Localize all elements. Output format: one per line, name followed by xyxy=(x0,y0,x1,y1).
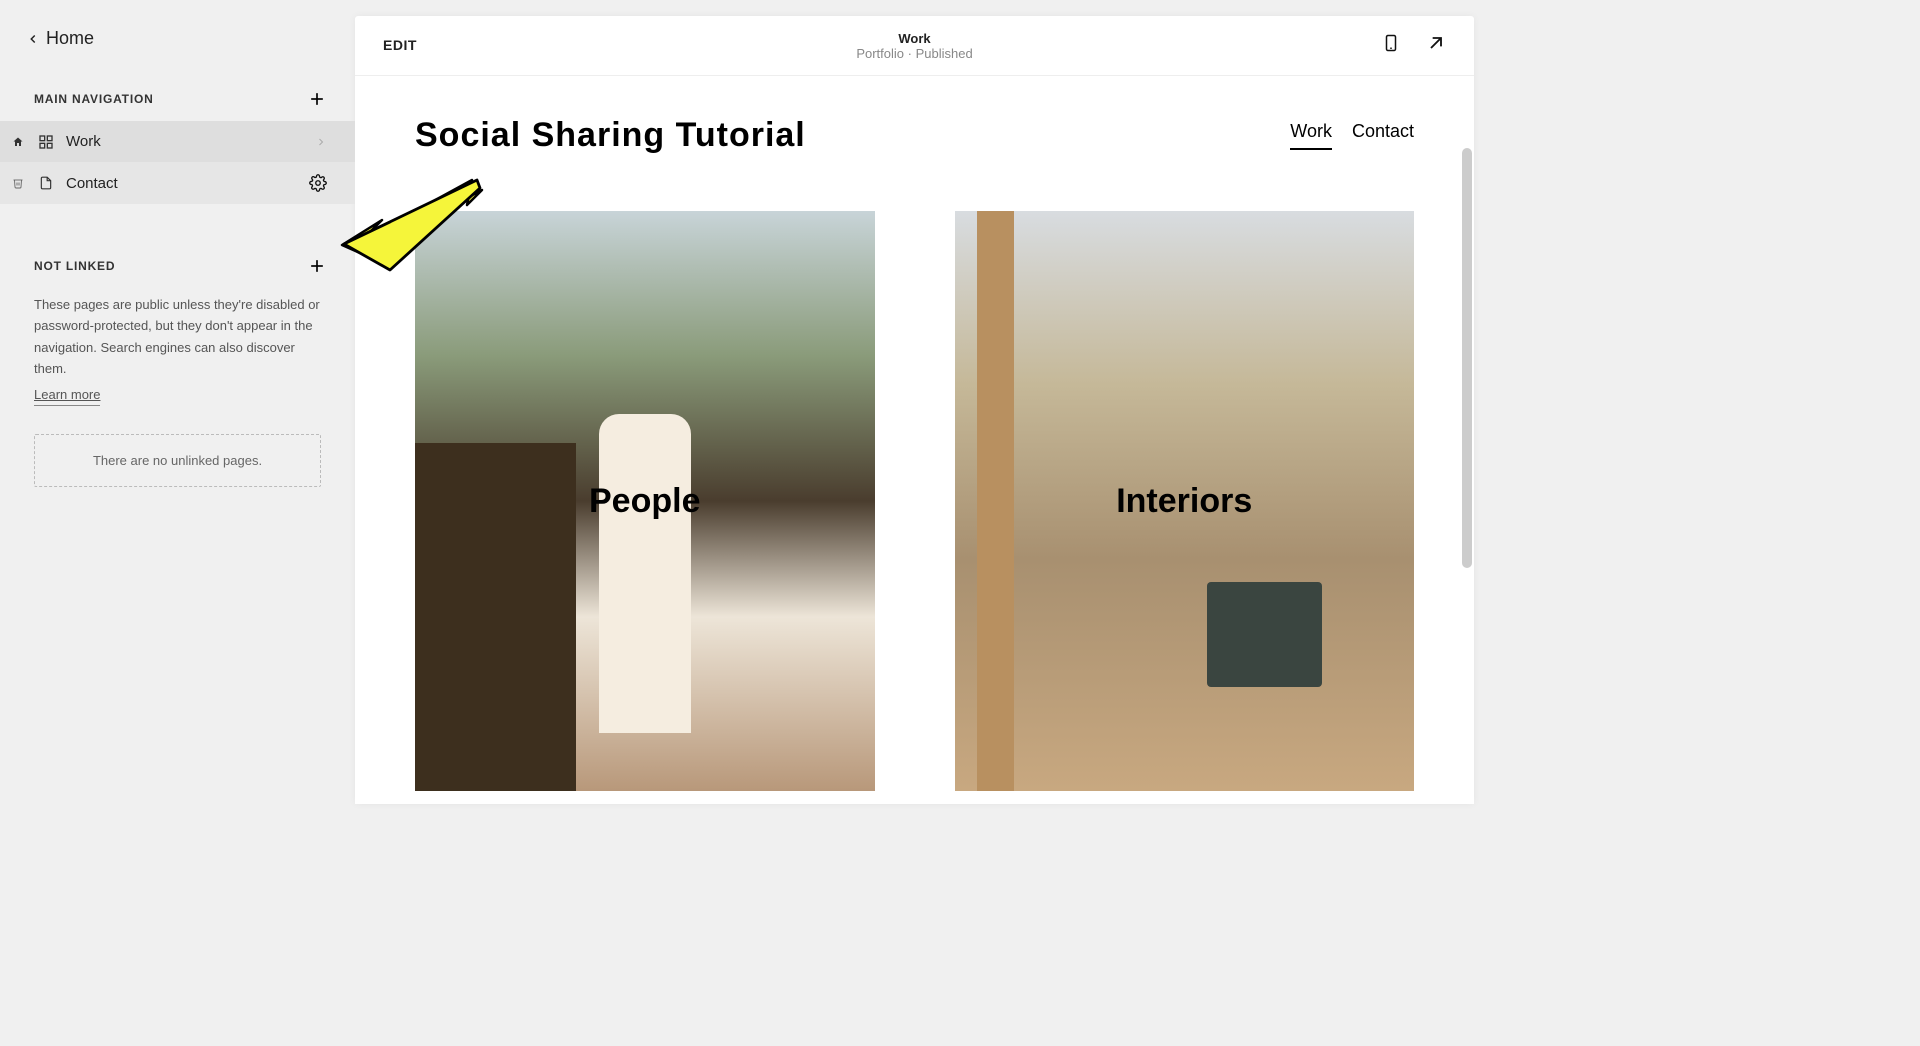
grid-icon xyxy=(36,134,56,150)
delete-icon[interactable] xyxy=(10,177,26,189)
page-item-contact[interactable]: Contact xyxy=(0,162,355,204)
page-name: Work xyxy=(649,31,1181,46)
plus-icon xyxy=(307,89,327,109)
learn-more-link[interactable]: Learn more xyxy=(34,384,100,406)
add-main-nav-button[interactable] xyxy=(307,89,327,109)
gallery-item-people[interactable]: People xyxy=(415,211,875,791)
arrow-up-right-icon xyxy=(1426,33,1446,53)
nav-item-work[interactable]: Work xyxy=(1290,121,1332,150)
home-button[interactable]: Home xyxy=(0,28,355,77)
site-preview[interactable]: Social Sharing Tutorial Work Contact Peo… xyxy=(355,76,1474,804)
preview-pane: EDIT Work Portfolio · Published xyxy=(355,0,1490,804)
not-linked-header: NOT LINKED xyxy=(0,244,355,288)
site-nav: Work Contact xyxy=(1290,121,1414,150)
main-navigation-header: MAIN NAVIGATION xyxy=(0,77,355,121)
scrollbar[interactable] xyxy=(1462,148,1472,568)
not-linked-empty: There are no unlinked pages. xyxy=(34,434,321,487)
plus-icon xyxy=(307,256,327,276)
mobile-icon xyxy=(1382,30,1400,56)
not-linked-description: These pages are public unless they're di… xyxy=(0,288,355,406)
portfolio-gallery: People Interiors xyxy=(415,211,1414,791)
home-indicator-icon xyxy=(10,136,26,148)
mobile-preview-button[interactable] xyxy=(1382,30,1400,61)
chevron-right-icon xyxy=(315,136,327,148)
sidebar: Home MAIN NAVIGATION Work xyxy=(0,0,355,804)
site-title[interactable]: Social Sharing Tutorial xyxy=(415,116,806,155)
page-meta: Portfolio · Published xyxy=(649,46,1181,61)
settings-button[interactable] xyxy=(309,174,327,192)
page-item-label: Work xyxy=(66,133,305,150)
add-not-linked-button[interactable] xyxy=(307,256,327,276)
not-linked-title: NOT LINKED xyxy=(34,259,115,273)
home-label: Home xyxy=(46,28,94,49)
main-navigation-title: MAIN NAVIGATION xyxy=(34,92,154,106)
gallery-label: People xyxy=(589,482,700,521)
open-external-button[interactable] xyxy=(1426,33,1446,58)
gallery-label: Interiors xyxy=(1116,482,1252,521)
page-item-label: Contact xyxy=(66,175,299,192)
nav-item-contact[interactable]: Contact xyxy=(1352,121,1414,150)
preview-topbar: EDIT Work Portfolio · Published xyxy=(355,16,1474,76)
chevron-left-icon xyxy=(26,32,40,46)
page-icon xyxy=(36,175,56,191)
gallery-item-interiors[interactable]: Interiors xyxy=(955,211,1415,791)
edit-button[interactable]: EDIT xyxy=(383,37,417,53)
gear-icon xyxy=(309,174,327,192)
page-item-work[interactable]: Work xyxy=(0,121,355,162)
